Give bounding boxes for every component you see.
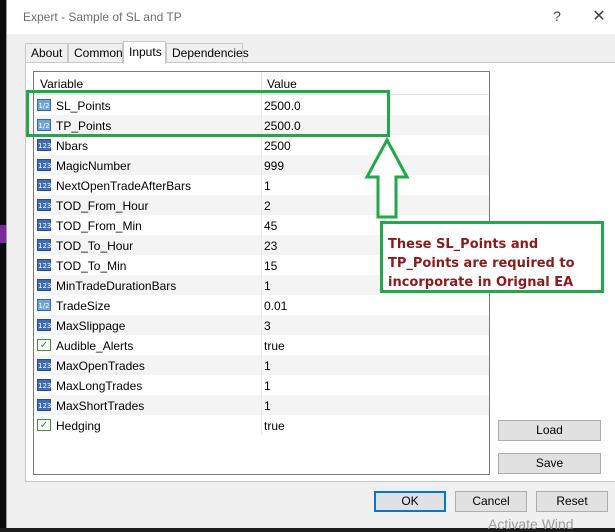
tab-common[interactable]: Common (68, 43, 123, 62)
variable-value[interactable]: true (264, 339, 285, 353)
variable-value[interactable]: 999 (264, 159, 284, 173)
table-row[interactable]: 123 TOD_From_Hour 2 (34, 195, 489, 215)
integer-type-icon: 123 (37, 279, 51, 291)
help-icon[interactable]: ? (547, 8, 567, 24)
table-row[interactable]: 123 MaxOpenTrades 1 (34, 355, 489, 375)
double-type-icon: 1/2 (37, 299, 51, 311)
integer-type-icon: 123 (37, 239, 51, 251)
integer-type-icon: 123 (37, 399, 51, 411)
cell-divider (261, 235, 262, 255)
variable-value[interactable]: 1 (264, 379, 271, 393)
table-row[interactable]: 123 Nbars 2500 (34, 135, 489, 155)
cell-divider (261, 375, 262, 395)
up-arrow-icon (364, 137, 410, 219)
variable-value[interactable]: 15 (264, 259, 277, 273)
cell-divider (261, 195, 262, 215)
variable-name: Audible_Alerts (56, 339, 134, 353)
cell-divider (261, 295, 262, 315)
variable-value[interactable]: 23 (264, 239, 277, 253)
table-row[interactable]: 1/2 TradeSize 0.01 (34, 295, 489, 315)
cell-divider (261, 135, 262, 155)
variable-name: MaxSlippage (56, 319, 126, 333)
boolean-type-icon: ✓ (37, 419, 51, 431)
variable-value[interactable]: 1 (264, 399, 271, 413)
integer-type-icon: 123 (37, 259, 51, 271)
integer-type-icon: 123 (37, 159, 51, 171)
cell-divider (261, 395, 262, 415)
integer-type-icon: 123 (37, 199, 51, 211)
variable-value[interactable]: 2 (264, 199, 271, 213)
variable-name: NextOpenTradeAfterBars (56, 179, 191, 193)
save-button[interactable]: Save (498, 453, 601, 474)
integer-type-icon: 123 (37, 219, 51, 231)
table-row[interactable]: 123 MaxSlippage 3 (34, 315, 489, 335)
activation-watermark: Activate Wind (488, 516, 574, 532)
tab-dependencies[interactable]: Dependencies (166, 43, 249, 62)
variable-value[interactable]: 45 (264, 219, 277, 233)
variable-name: TOD_From_Min (56, 219, 142, 233)
tab-inputs[interactable]: Inputs (123, 41, 166, 64)
column-header-value[interactable]: Value (267, 77, 297, 91)
variable-name: MaxShortTrades (56, 399, 145, 413)
variable-name: TOD_To_Hour (56, 239, 134, 253)
integer-type-icon: 123 (37, 179, 51, 191)
integer-type-icon: 123 (37, 139, 51, 151)
table-row[interactable]: 123 MaxLongTrades 1 (34, 375, 489, 395)
cancel-button[interactable]: Cancel (455, 491, 527, 512)
highlight-box-sl-tp (26, 90, 390, 137)
variable-name: MagicNumber (56, 159, 131, 173)
cell-divider (261, 355, 262, 375)
cell-divider (261, 315, 262, 335)
cell-divider (261, 255, 262, 275)
variable-value[interactable]: 2500 (264, 139, 291, 153)
variable-value[interactable]: 3 (264, 319, 271, 333)
variable-name: MaxLongTrades (56, 379, 143, 393)
variable-value[interactable]: true (264, 419, 285, 433)
annotation-text: These SL_Points and TP_Points are requir… (388, 237, 575, 290)
variable-name: MaxOpenTrades (56, 359, 145, 373)
cell-divider (261, 275, 262, 295)
variable-name: Hedging (56, 419, 101, 433)
integer-type-icon: 123 (37, 359, 51, 371)
integer-type-icon: 123 (37, 379, 51, 391)
tab-about[interactable]: About (25, 43, 68, 62)
variable-name: TOD_From_Hour (56, 199, 149, 213)
table-row[interactable]: 123 MaxShortTrades 1 (34, 395, 489, 415)
variable-name: TradeSize (56, 299, 111, 313)
boolean-type-icon: ✓ (37, 339, 51, 351)
variable-value[interactable]: 0.01 (264, 299, 287, 313)
variable-name: MinTradeDurationBars (56, 279, 177, 293)
cell-divider (261, 175, 262, 195)
title-bar[interactable]: Expert - Sample of SL and TP ? ✕ (7, 0, 615, 34)
table-row[interactable]: ✓ Audible_Alerts true (34, 335, 489, 355)
annotation-callout: These SL_Points and TP_Points are requir… (380, 221, 604, 293)
table-row[interactable]: ✓ Hedging true (34, 415, 489, 435)
load-button[interactable]: Load (498, 420, 601, 441)
ok-button[interactable]: OK (374, 491, 446, 512)
cell-divider (261, 215, 262, 235)
variable-name: TOD_To_Min (56, 259, 127, 273)
reset-button[interactable]: Reset (536, 491, 608, 512)
column-header-variable[interactable]: Variable (40, 77, 83, 91)
cell-divider (261, 415, 262, 435)
close-icon[interactable]: ✕ (589, 6, 609, 26)
cell-divider (261, 155, 262, 175)
variable-value[interactable]: 1 (264, 179, 271, 193)
table-row[interactable]: 123 MagicNumber 999 (34, 155, 489, 175)
window-title: Expert - Sample of SL and TP (23, 10, 182, 24)
cell-divider (261, 335, 262, 355)
integer-type-icon: 123 (37, 319, 51, 331)
variable-value[interactable]: 1 (264, 279, 271, 293)
variable-value[interactable]: 1 (264, 359, 271, 373)
variable-name: Nbars (56, 139, 89, 153)
table-row[interactable]: 123 NextOpenTradeAfterBars 1 (34, 175, 489, 195)
